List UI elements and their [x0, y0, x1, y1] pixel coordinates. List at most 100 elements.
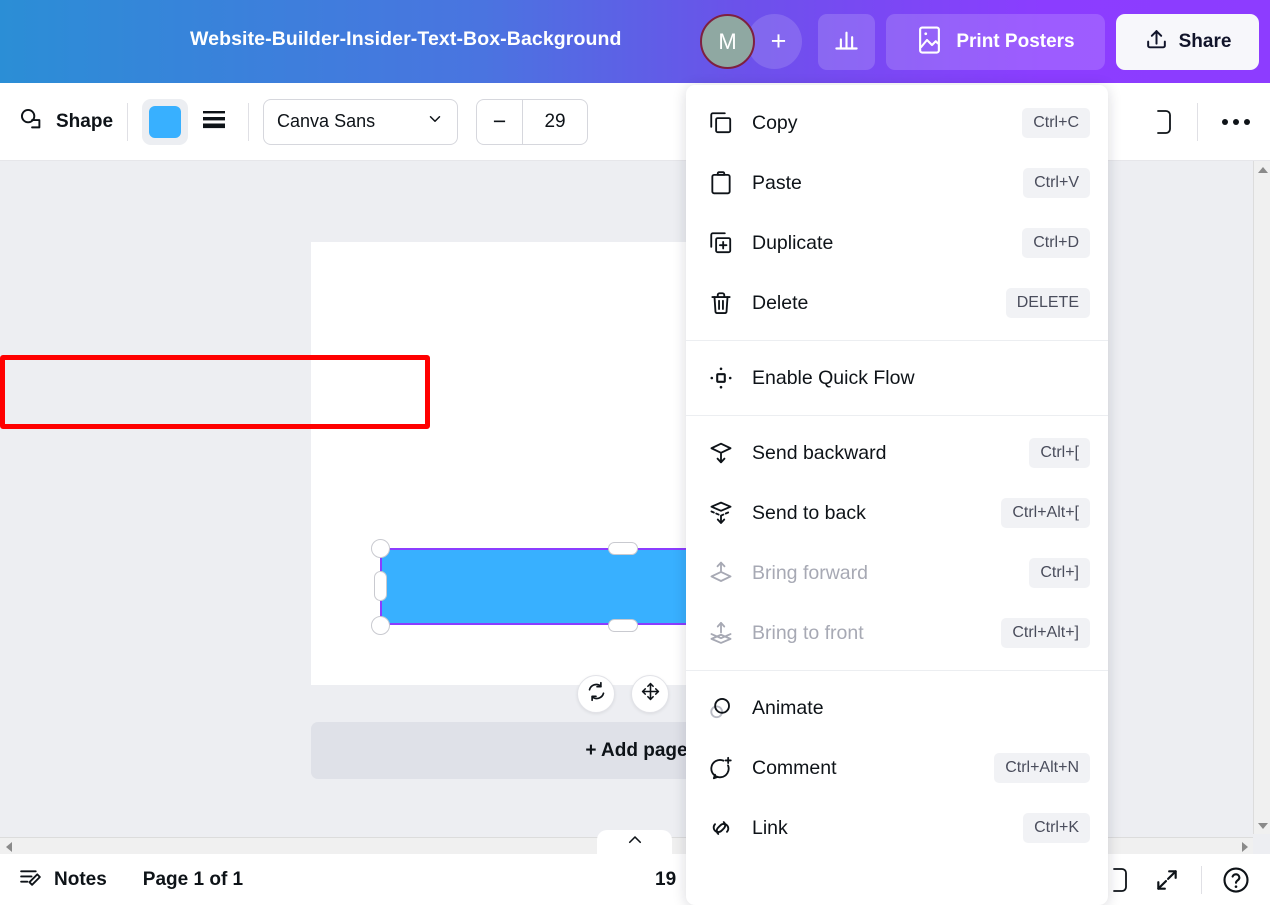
context-menu-item-animate[interactable]: Animate: [686, 678, 1108, 738]
bring-to-front-icon: [708, 620, 742, 646]
context-menu-label: Paste: [752, 172, 1023, 195]
context-menu-item-delete[interactable]: Delete DELETE: [686, 273, 1108, 333]
context-menu-label: Enable Quick Flow: [752, 367, 1090, 390]
font-size-stepper: − 29: [476, 99, 588, 145]
copy-icon: [708, 110, 742, 136]
quick-flow-icon: [708, 365, 742, 391]
shape-tool-label: Shape: [56, 111, 113, 133]
context-menu-item-copy[interactable]: Copy Ctrl+C: [686, 93, 1108, 153]
context-menu-label: Duplicate: [752, 232, 1022, 255]
vertical-scrollbar[interactable]: [1253, 161, 1270, 834]
border-lines-icon: [201, 108, 227, 135]
shape-tool-button[interactable]: Shape: [18, 106, 113, 138]
chevron-down-icon: [426, 110, 444, 133]
context-menu-shortcut: Ctrl+Alt+[: [1001, 498, 1090, 528]
toolbar-divider-2: [248, 103, 249, 141]
resize-handle-top-left[interactable]: [371, 539, 390, 558]
resize-handle-left[interactable]: [374, 571, 387, 601]
context-menu-separator-2: [686, 415, 1108, 416]
share-upload-icon: [1144, 27, 1169, 57]
dot-1: [1222, 119, 1228, 125]
move-arrows-icon: [640, 681, 661, 707]
context-menu-label: Send to back: [752, 502, 1001, 525]
context-menu-item-comment[interactable]: Comment Ctrl+Alt+N: [686, 738, 1108, 798]
shape-icon: [18, 106, 45, 138]
context-menu-shortcut: Ctrl+C: [1022, 108, 1090, 138]
context-menu-shortcut: Ctrl+Alt+]: [1001, 618, 1090, 648]
image-frame-icon: [916, 25, 943, 60]
resize-handle-top[interactable]: [608, 542, 638, 555]
panel-collapse-toggle[interactable]: [597, 830, 672, 854]
context-menu-item-bring-to-front: Bring to front Ctrl+Alt+]: [686, 603, 1108, 663]
scroll-down-button[interactable]: [1254, 817, 1270, 834]
resize-handle-bottom[interactable]: [608, 619, 638, 632]
insights-button[interactable]: [818, 14, 875, 70]
resize-handle-bottom-left[interactable]: [371, 616, 390, 635]
rotate-button[interactable]: [577, 675, 615, 713]
avatar-initial: M: [718, 29, 736, 55]
color-swatch: [149, 106, 181, 138]
context-menu-label: Bring to front: [752, 622, 1001, 645]
context-menu-label: Bring forward: [752, 562, 1029, 585]
add-page-label: + Add page: [585, 740, 687, 762]
context-menu-item-send-to-back[interactable]: Send to back Ctrl+Alt+[: [686, 483, 1108, 543]
link-icon: [708, 815, 742, 841]
context-menu-label: Copy: [752, 112, 1022, 135]
toolbar-right-group: [1145, 83, 1260, 161]
color-picker-button[interactable]: [142, 99, 188, 145]
duplicate-icon: [708, 230, 742, 256]
app-header: Website-Builder-Insider-Text-Box-Backgro…: [0, 0, 1270, 83]
context-menu-item-send-backward[interactable]: Send backward Ctrl+[: [686, 423, 1108, 483]
print-posters-button[interactable]: Print Posters: [886, 14, 1105, 70]
context-menu-shortcut: Ctrl+Alt+N: [994, 753, 1090, 783]
context-menu-shortcut: Ctrl+V: [1023, 168, 1090, 198]
context-menu-label: Delete: [752, 292, 1006, 315]
avatar[interactable]: M: [700, 14, 755, 69]
context-menu-label: Send backward: [752, 442, 1029, 465]
font-size-input[interactable]: 29: [523, 99, 587, 145]
scroll-left-button[interactable]: [0, 838, 17, 855]
context-menu-shortcut: Ctrl+D: [1022, 228, 1090, 258]
fullscreen-icon[interactable]: [1147, 860, 1187, 900]
more-options-button[interactable]: [1212, 98, 1260, 146]
document-title: Website-Builder-Insider-Text-Box-Backgro…: [190, 28, 622, 51]
collaborators-group: M +: [700, 14, 802, 69]
notes-icon: [18, 865, 43, 895]
canva-editor-window: Website-Builder-Insider-Text-Box-Backgro…: [0, 0, 1270, 905]
triangle-left-icon: [6, 842, 12, 852]
chevron-up-icon: [626, 833, 644, 851]
notes-button[interactable]: Notes: [18, 865, 107, 895]
add-collaborator-button[interactable]: +: [747, 14, 802, 69]
font-size-decrease-button[interactable]: −: [477, 99, 523, 145]
trash-icon: [708, 290, 742, 316]
toolbar-divider-3: [1197, 103, 1198, 141]
triangle-up-icon: [1258, 167, 1268, 173]
context-menu-shortcut: DELETE: [1006, 288, 1090, 318]
zoom-level-label[interactable]: 19: [655, 869, 676, 891]
scroll-right-button[interactable]: [1236, 838, 1253, 855]
context-menu-label: Animate: [752, 697, 1090, 720]
comment-icon: [708, 755, 742, 781]
scroll-up-button[interactable]: [1254, 161, 1270, 178]
context-menu-separator-3: [686, 670, 1108, 671]
context-menu-item-bring-forward: Bring forward Ctrl+]: [686, 543, 1108, 603]
share-label: Share: [1179, 31, 1232, 53]
notes-label: Notes: [54, 869, 107, 891]
move-button[interactable]: [631, 675, 669, 713]
context-menu-item-duplicate[interactable]: Duplicate Ctrl+D: [686, 213, 1108, 273]
rotate-icon: [586, 681, 607, 707]
triangle-down-icon: [1258, 823, 1268, 829]
bar-chart-icon: [833, 26, 860, 58]
font-family-select[interactable]: Canva Sans: [263, 99, 458, 145]
context-menu-item-quick-flow[interactable]: Enable Quick Flow: [686, 348, 1108, 408]
border-style-button[interactable]: [194, 102, 234, 142]
share-button[interactable]: Share: [1116, 14, 1259, 70]
context-menu-item-link[interactable]: Link Ctrl+K: [686, 798, 1108, 858]
context-menu-item-paste[interactable]: Paste Ctrl+V: [686, 153, 1108, 213]
position-icon[interactable]: [1145, 107, 1183, 137]
dot-3: [1244, 119, 1250, 125]
triangle-right-icon: [1242, 842, 1248, 852]
toolbar-divider: [127, 103, 128, 141]
help-icon[interactable]: [1216, 860, 1256, 900]
context-menu-label: Comment: [752, 757, 994, 780]
